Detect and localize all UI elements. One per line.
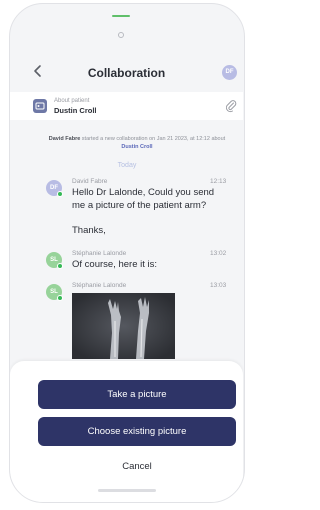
message-line — [72, 212, 222, 225]
system-message-text: started a new collaboration on Jan 21 20… — [81, 136, 226, 142]
home-indicator — [98, 489, 156, 492]
avatar-initials: SL — [50, 289, 58, 295]
message-text: Of course, here it is: — [72, 259, 158, 270]
online-indicator — [57, 263, 63, 269]
online-indicator — [57, 191, 63, 197]
page: Collaboration DF About patient Dustin Cr… — [0, 0, 251, 510]
message-line: Hello Dr Lalonde, Could you send me a pi… — [72, 187, 215, 211]
header: Collaboration DF — [10, 57, 243, 87]
system-message: David Fabre started a new collaboration … — [40, 135, 234, 151]
message-line: Thanks, — [72, 224, 106, 236]
message-time: 13:03 — [210, 282, 227, 289]
avatar: DF — [46, 180, 63, 197]
message-sender: David Fabre — [72, 178, 108, 185]
message-sender: Stéphanie Lalonde — [72, 282, 127, 289]
message-text: Hello Dr Lalonde, Could you send me a pi… — [72, 187, 222, 237]
avatar: SL — [46, 284, 63, 301]
patient-name: Dustin Croll — [54, 106, 97, 115]
id-card-icon — [33, 99, 47, 113]
page-title: Collaboration — [87, 66, 166, 80]
phone-frame: Collaboration DF About patient Dustin Cr… — [9, 3, 245, 503]
avatar[interactable]: DF — [222, 65, 237, 80]
cancel-button[interactable]: Cancel — [38, 461, 236, 472]
action-sheet: Take a picture Choose existing picture C… — [10, 361, 243, 502]
take-picture-button[interactable]: Take a picture — [38, 380, 236, 409]
xray-image[interactable] — [72, 293, 175, 359]
avatar-initials: SL — [50, 257, 58, 263]
avatar: SL — [46, 252, 63, 269]
system-message-actor: David Fabre — [48, 136, 81, 142]
patient-link[interactable]: Dustin Croll — [121, 144, 152, 150]
patient-bar[interactable]: About patient Dustin Croll — [10, 92, 243, 120]
patient-bar-label: About patient — [54, 98, 90, 104]
online-indicator — [57, 295, 63, 301]
message-time: 12:13 — [210, 178, 227, 185]
camera-icon — [118, 32, 124, 38]
status-indicator — [112, 15, 130, 17]
message-sender: Stéphanie Lalonde — [72, 250, 127, 257]
date-separator: Today — [117, 162, 137, 169]
avatar-initials: DF — [50, 185, 58, 191]
choose-existing-picture-button[interactable]: Choose existing picture — [38, 417, 236, 446]
message-time: 13:02 — [210, 250, 227, 257]
paperclip-icon[interactable] — [225, 99, 237, 113]
